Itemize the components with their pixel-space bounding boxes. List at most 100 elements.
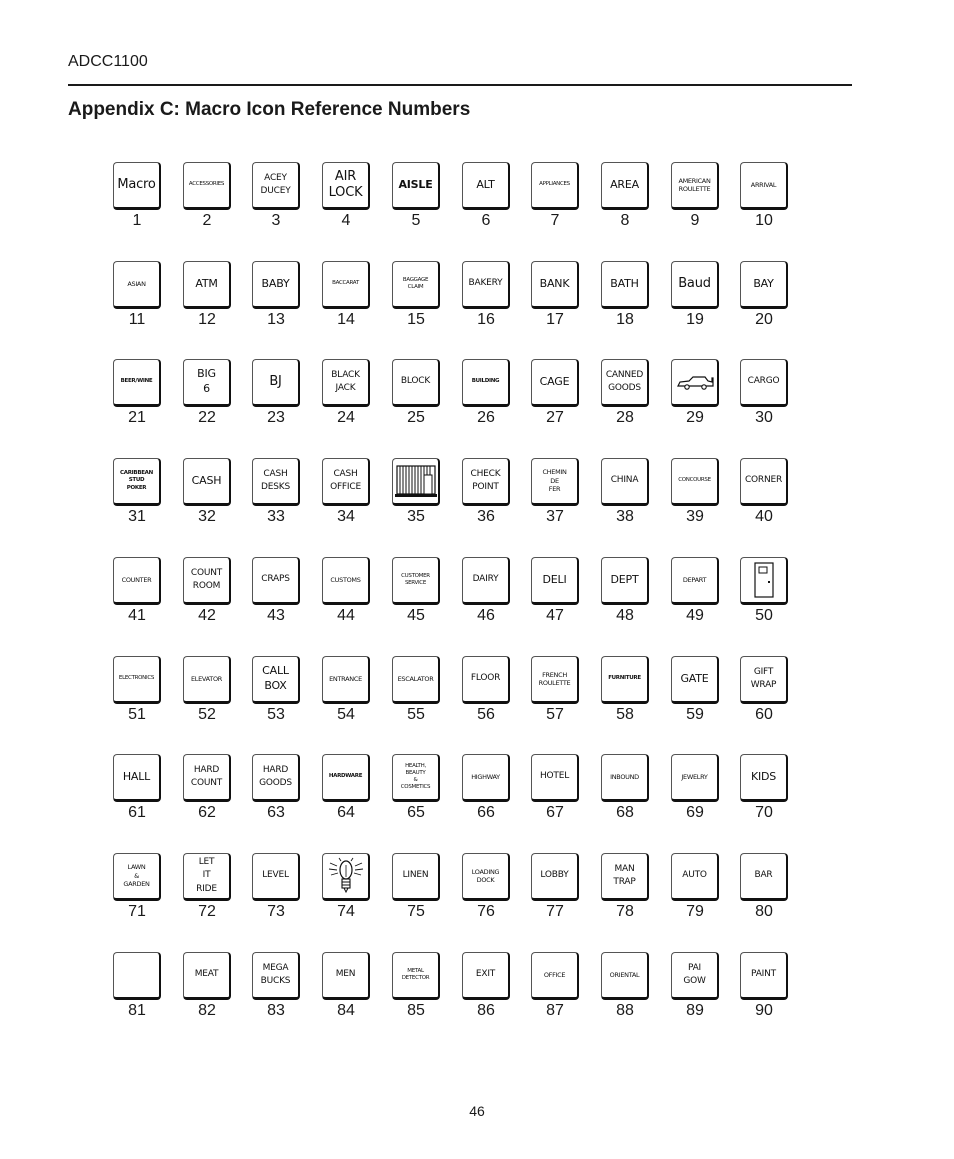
macro-icon-label: BATH: [610, 276, 639, 290]
macro-icon-entry: 74: [315, 851, 377, 931]
macro-icon-button: BIG 6: [183, 359, 231, 407]
macro-reference-number: 83: [267, 1002, 285, 1019]
macro-reference-number: 19: [686, 311, 704, 328]
macro-reference-number: 54: [337, 706, 355, 723]
document-id: ADCC1100: [68, 53, 148, 70]
macro-reference-number: 15: [407, 311, 425, 328]
macro-icon-label: BJ: [269, 374, 282, 390]
macro-icon-label: HOTEL: [539, 771, 570, 782]
macro-icon-label: ASIAN: [127, 279, 146, 288]
macro-icon-entry: AREA 8: [594, 160, 656, 240]
macro-reference-number: 65: [407, 804, 425, 821]
macro-icon-button: ENTRANCE: [322, 656, 370, 704]
macro-icon-entry: ENTRANCE 54: [315, 654, 377, 734]
macro-icon-button: HIGHWAY: [462, 754, 510, 802]
macro-icon-entry: MEGA BUCKS 83: [245, 950, 307, 1030]
macro-reference-number: 70: [755, 804, 773, 821]
macro-reference-number: 28: [616, 409, 634, 426]
macro-icon-button: BLOCK: [392, 359, 440, 407]
macro-icon-entry: DEPART 49: [664, 555, 726, 635]
macro-icon-label: CASH: [191, 473, 222, 487]
macro-reference-number: 78: [616, 903, 634, 920]
macro-icon-entry: BATH 18: [594, 259, 656, 339]
macro-icon-entry: OFFICE 87: [524, 950, 586, 1030]
macro-reference-number: 85: [407, 1002, 425, 1019]
macro-reference-number: 17: [546, 311, 564, 328]
macro-icon-button: DAIRY: [462, 557, 510, 605]
macro-icon-entry: 81: [106, 950, 168, 1030]
header-divider: [68, 84, 852, 86]
macro-icon-label: ALT: [476, 177, 495, 191]
macro-icon-button: HEALTH, BEAUTY & COSMETICS: [392, 754, 440, 802]
macro-icon-label: COUNT ROOM: [190, 567, 223, 591]
macro-icon-button: ACEY DUCEY: [252, 162, 300, 210]
macro-icon-label: METAL DETECTOR: [401, 967, 430, 981]
macro-icon-entry: ESCALATOR 55: [385, 654, 447, 734]
macro-reference-number: 42: [198, 607, 216, 624]
macro-reference-number: 60: [755, 706, 773, 723]
macro-icon-label: KIDS: [750, 769, 777, 783]
macro-icon-entry: 35: [385, 456, 447, 536]
macro-icon-button: COUNTER: [113, 557, 161, 605]
macro-icon-entry: BAKERY 16: [455, 259, 517, 339]
macro-icon-entry: GATE 59: [664, 654, 726, 734]
macro-reference-number: 16: [477, 311, 495, 328]
macro-icon-button: JEWELRY: [671, 754, 719, 802]
macro-reference-number: 80: [755, 903, 773, 920]
macro-reference-number: 61: [128, 804, 146, 821]
macro-reference-number: 67: [546, 804, 564, 821]
macro-icon-button: BJ: [252, 359, 300, 407]
macro-icon-button: LAWN & GARDEN: [113, 853, 161, 901]
macro-icon-entry: CHEMIN DE FER 37: [524, 456, 586, 536]
macro-icon-button: CHINA: [601, 458, 649, 506]
macro-icon-entry: APPLIANCES 7: [524, 160, 586, 240]
macro-icon-entry: JEWELRY 69: [664, 752, 726, 832]
macro-icon-button: METAL DETECTOR: [392, 952, 440, 1000]
macro-reference-number: 11: [128, 311, 146, 328]
macro-icon-button: APPLIANCES: [531, 162, 579, 210]
macro-icon-entry: HARD GOODS 63: [245, 752, 307, 832]
macro-icon-label: CHEMIN DE FER: [542, 468, 567, 494]
macro-icon-entry: LOBBY 77: [524, 851, 586, 931]
macro-icon-entry: HARDWARE 64: [315, 752, 377, 832]
door-icon: [753, 562, 774, 598]
lightbulb-icon: [328, 857, 363, 894]
macro-icon-entry: ARRIVAL 10: [733, 160, 795, 240]
macro-icon-entry: LINEN 75: [385, 851, 447, 931]
macro-icon-label: LEVEL: [262, 870, 289, 881]
macro-icon-entry: BJ 23: [245, 357, 307, 437]
macro-icon-label: AUTO: [682, 870, 707, 881]
macro-icon-button: CUSTOMS: [322, 557, 370, 605]
macro-icon-entry: COUNTER 41: [106, 555, 168, 635]
macro-icon-entry: ACEY DUCEY 3: [245, 160, 307, 240]
macro-icon-button: MEGA BUCKS: [252, 952, 300, 1000]
macro-icon-button: Baud: [671, 261, 719, 309]
macro-reference-number: 44: [337, 607, 355, 624]
macro-icon-entry: FRENCH ROULETTE 57: [524, 654, 586, 734]
macro-icon-button: ACCESSORIES: [183, 162, 231, 210]
macro-icon-entry: MEN 84: [315, 950, 377, 1030]
macro-reference-number: 59: [686, 706, 704, 723]
macro-icon-label: ARRIVAL: [750, 180, 777, 189]
macro-icon-button: FRENCH ROULETTE: [531, 656, 579, 704]
macro-icon-label: CASH OFFICE: [330, 468, 361, 492]
macro-reference-number: 21: [128, 409, 146, 426]
macro-icon-entry: DEPT 48: [594, 555, 656, 635]
macro-icon-label: DEPART: [682, 575, 707, 584]
macro-reference-number: 87: [546, 1002, 564, 1019]
macro-icon-label: BLOCK: [400, 376, 431, 387]
macro-icon-entry: CHINA 38: [594, 456, 656, 536]
macro-icon-entry: PAINT 90: [733, 950, 795, 1030]
macro-icon-label: BEER/WINE: [120, 378, 153, 385]
macro-icon-label: BUILDING: [471, 378, 500, 385]
macro-reference-number: 23: [267, 409, 285, 426]
macro-icon-entry: HOTEL 67: [524, 752, 586, 832]
macro-icon-entry: CASH DESKS 33: [245, 456, 307, 536]
macro-icon-label: CRAPS: [261, 574, 290, 585]
macro-icon-entry: 50: [733, 555, 795, 635]
macro-icon-button: BATH: [601, 261, 649, 309]
macro-reference-number: 40: [755, 508, 773, 525]
macro-icon-entry: CARIBBEAN STUD POKER 31: [106, 456, 168, 536]
macro-icon-entry: BAR 80: [733, 851, 795, 931]
macro-icon-label: OFFICE: [543, 970, 566, 979]
